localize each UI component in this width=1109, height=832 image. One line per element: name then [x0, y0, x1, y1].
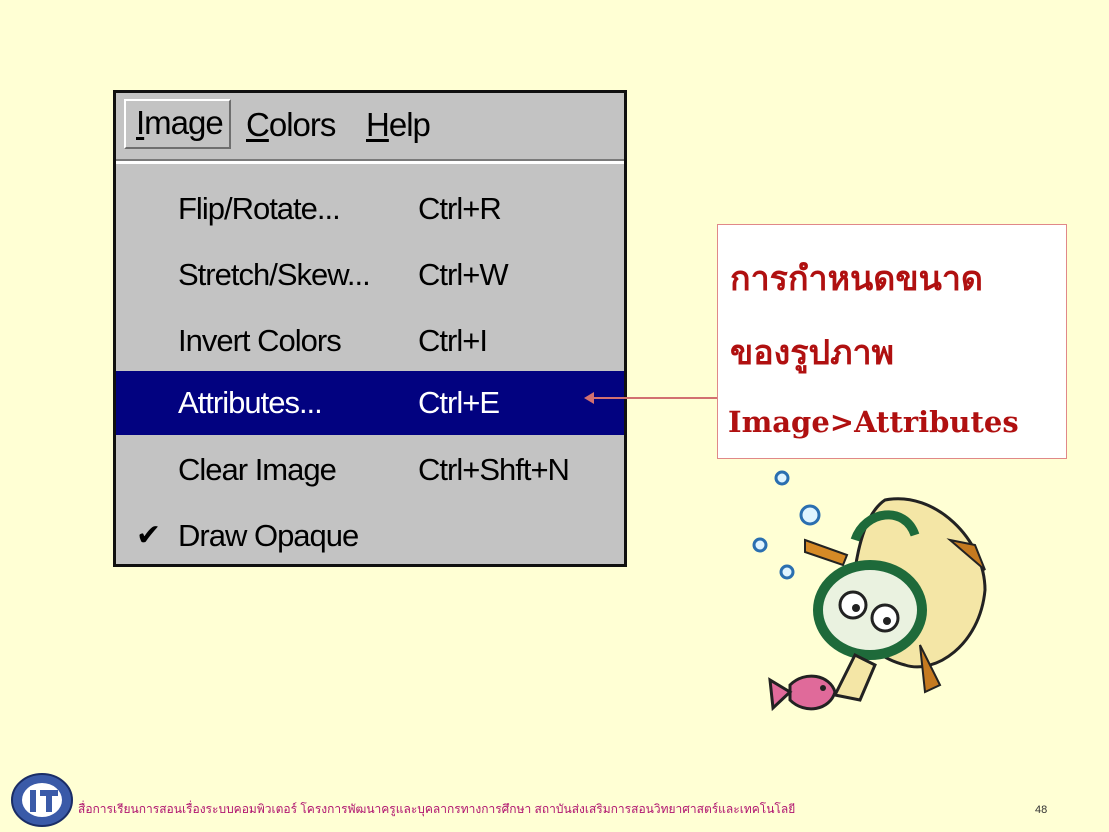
- menu-item-label: Clear Image: [178, 452, 337, 487]
- mnemonic-h: H: [366, 106, 390, 143]
- menu-item-label: Stretch/Skew...: [178, 257, 371, 292]
- callout-arrow-icon: [584, 392, 594, 404]
- mnemonic-c: C: [246, 106, 270, 143]
- mnemonic-i: I: [136, 104, 145, 141]
- page-number: 48: [1035, 804, 1048, 816]
- menu-item-attributes[interactable]: Attributes... Ctrl+E: [116, 371, 624, 435]
- callout-connector-line: [590, 397, 717, 399]
- menubar-colors-rest: olors: [268, 106, 337, 143]
- callout-box: การกำหนดขนาด ของรูปภาพ Image>Attributes: [717, 224, 1067, 459]
- callout-line-3: Image>Attributes: [728, 405, 1019, 439]
- menu-item-label: Draw Opaque: [178, 518, 359, 553]
- menu-item-shortcut: Ctrl+R: [418, 191, 502, 226]
- menu-item-clear-image[interactable]: Clear Image Ctrl+Shft+N: [116, 438, 624, 502]
- menu-item-shortcut: Ctrl+Shft+N: [418, 452, 570, 487]
- menu-item-label: Attributes...: [178, 385, 323, 420]
- menu-item-label: Flip/Rotate...: [178, 191, 341, 226]
- image-menu-window: Image Colors Help Flip/Rotate... Ctrl+R …: [113, 90, 627, 567]
- menu-bar: Image Colors Help: [116, 93, 624, 164]
- menubar-colors[interactable]: Colors: [246, 105, 337, 145]
- menubar-image[interactable]: Image: [124, 99, 231, 149]
- menu-item-stretch-skew[interactable]: Stretch/Skew... Ctrl+W: [116, 243, 624, 307]
- menu-item-label: Invert Colors: [178, 323, 342, 358]
- menubar-help[interactable]: Help: [366, 105, 431, 145]
- callout-line-1: การกำหนดขนาด: [730, 259, 984, 299]
- menu-item-flip-rotate[interactable]: Flip/Rotate... Ctrl+R: [116, 177, 624, 241]
- menu-item-shortcut: Ctrl+I: [418, 323, 488, 358]
- checkmark-icon: ✔: [136, 519, 161, 552]
- menu-item-draw-opaque[interactable]: ✔ Draw Opaque: [116, 504, 624, 568]
- it-logo-icon: [11, 773, 73, 827]
- menu-item-invert-colors[interactable]: Invert Colors Ctrl+I: [116, 309, 624, 373]
- menu-item-shortcut: Ctrl+W: [418, 257, 509, 292]
- footer-text: สื่อการเรียนการสอนเรื่องระบบคอมพิวเตอร์ …: [78, 802, 796, 816]
- menubar-image-rest: mage: [144, 104, 224, 141]
- menubar-help-rest: elp: [388, 106, 431, 143]
- menu-item-shortcut: Ctrl+E: [418, 385, 500, 420]
- callout-line-2: ของรูปภาพ: [730, 333, 895, 373]
- diver-cartoon-illustration: [752, 470, 987, 712]
